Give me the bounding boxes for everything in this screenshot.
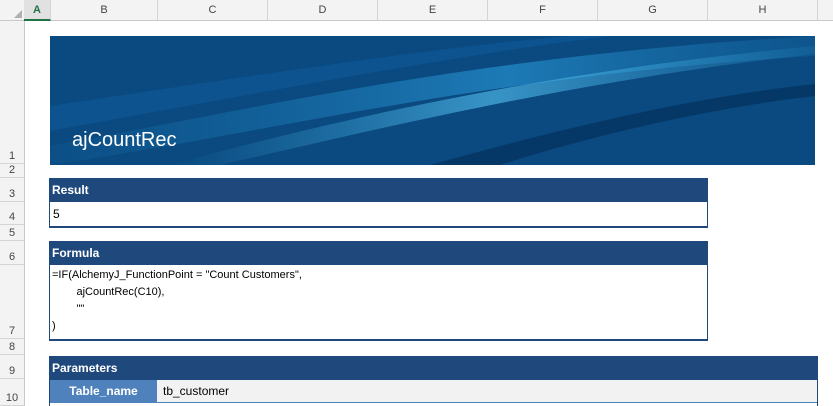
column-header-d[interactable]: D <box>268 0 378 20</box>
column-header-bar: A B C D E F G H <box>0 0 833 21</box>
column-header-f[interactable]: F <box>488 0 598 20</box>
row-header-8[interactable]: 8 <box>0 339 24 355</box>
column-header-g[interactable]: G <box>598 0 708 20</box>
parameters-section-header: Parameters <box>49 356 818 380</box>
param-label-table-name: Table_name <box>50 380 157 403</box>
column-header-b[interactable]: B <box>51 0 158 20</box>
result-value[interactable]: 5 <box>53 207 60 221</box>
row-header-6[interactable]: 6 <box>0 241 24 265</box>
formula-line-4[interactable]: ) <box>52 320 56 332</box>
result-section-header: Result <box>49 178 708 202</box>
parameters-table: Table_name tb_customer <box>49 380 818 406</box>
column-header-c[interactable]: C <box>158 0 268 20</box>
row-header-1[interactable]: 1 <box>0 21 24 164</box>
select-all-corner[interactable] <box>0 0 25 20</box>
column-header-e[interactable]: E <box>378 0 488 20</box>
formula-line-2[interactable]: ajCountRec(C10), <box>52 286 164 298</box>
row-header-7[interactable]: 7 <box>0 265 24 339</box>
row-header-4[interactable]: 4 <box>0 202 24 225</box>
column-header-h[interactable]: H <box>708 0 818 20</box>
banner-title: ajCountRec <box>72 129 177 151</box>
row-header-2[interactable]: 2 <box>0 164 24 178</box>
row-header-9[interactable]: 9 <box>0 355 24 379</box>
param-value-table-name[interactable]: tb_customer <box>157 380 817 403</box>
formula-section-body: =IF(AlchemyJ_FunctionPoint = "Count Cust… <box>49 265 708 341</box>
row-header-bar: 1 2 3 4 5 6 7 8 9 10 <box>0 21 25 406</box>
column-header-a[interactable]: A <box>24 0 51 21</box>
result-section-body: 5 <box>49 202 708 228</box>
formula-section-header: Formula <box>49 241 708 265</box>
formula-line-1[interactable]: =IF(AlchemyJ_FunctionPoint = "Count Cust… <box>52 269 302 281</box>
title-banner: ajCountRec <box>50 36 815 165</box>
formula-line-3[interactable]: "" <box>52 303 84 315</box>
row-header-10[interactable]: 10 <box>0 379 24 406</box>
row-header-3[interactable]: 3 <box>0 178 24 202</box>
row-header-5[interactable]: 5 <box>0 225 24 241</box>
